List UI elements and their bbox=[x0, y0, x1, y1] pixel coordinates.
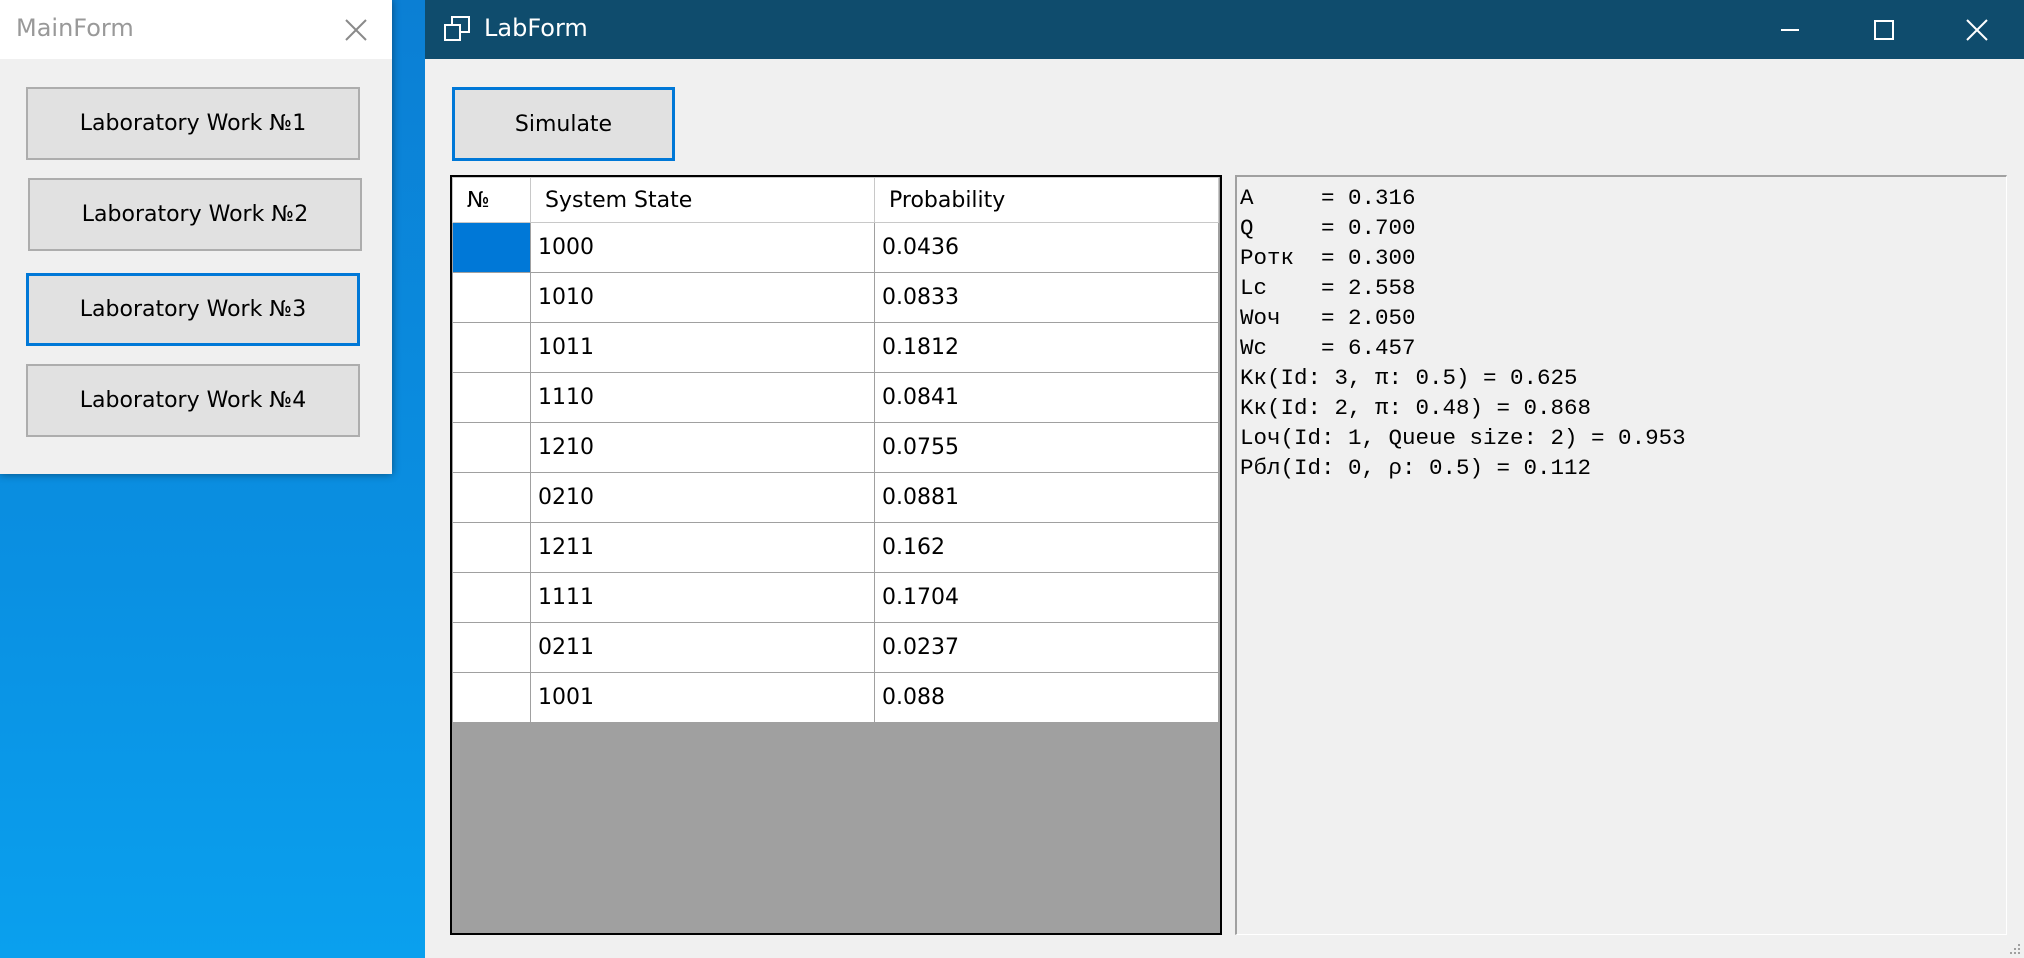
table-row[interactable]: 0210 0.0881 bbox=[452, 472, 1219, 523]
lab-work-3-button[interactable]: Laboratory Work №3 bbox=[26, 273, 360, 346]
probability-cell[interactable]: 0.0755 bbox=[874, 422, 1219, 473]
main-form-close-button[interactable] bbox=[326, 0, 386, 59]
row-header[interactable] bbox=[452, 522, 531, 573]
close-button[interactable] bbox=[1930, 0, 2024, 59]
column-header-number[interactable]: № bbox=[452, 177, 531, 223]
result-line: Ротк = 0.300 bbox=[1240, 245, 1416, 271]
table-row[interactable]: 1010 0.0833 bbox=[452, 272, 1219, 323]
table-row[interactable]: 1210 0.0755 bbox=[452, 422, 1219, 473]
result-line: Lc = 2.558 bbox=[1240, 275, 1416, 301]
probability-cell[interactable]: 0.0436 bbox=[874, 222, 1219, 273]
row-header[interactable] bbox=[452, 672, 531, 723]
probability-cell[interactable]: 0.0881 bbox=[874, 472, 1219, 523]
table-row[interactable]: 1111 0.1704 bbox=[452, 572, 1219, 623]
state-cell[interactable]: 1210 bbox=[530, 422, 875, 473]
probability-cell[interactable]: 0.0833 bbox=[874, 272, 1219, 323]
row-header-selected[interactable] bbox=[452, 222, 531, 273]
state-cell[interactable]: 1001 bbox=[530, 672, 875, 723]
column-header-system-state[interactable]: System State bbox=[530, 177, 875, 223]
state-cell[interactable]: 1211 bbox=[530, 522, 875, 573]
row-header[interactable] bbox=[452, 472, 531, 523]
probability-cell[interactable]: 0.0841 bbox=[874, 372, 1219, 423]
state-cell[interactable]: 0210 bbox=[530, 472, 875, 523]
state-cell[interactable]: 1000 bbox=[530, 222, 875, 273]
result-line: Kк(Id: 2, π: 0.48) = 0.868 bbox=[1240, 395, 1592, 421]
state-cell[interactable]: 0211 bbox=[530, 622, 875, 673]
probability-cell[interactable]: 0.1704 bbox=[874, 572, 1219, 623]
row-header[interactable] bbox=[452, 272, 531, 323]
data-grid-table: № System State Probability 1000 0.0436 10… bbox=[452, 177, 1219, 723]
table-row[interactable]: 1001 0.088 bbox=[452, 672, 1219, 723]
state-cell[interactable]: 1010 bbox=[530, 272, 875, 323]
maximize-button[interactable] bbox=[1837, 0, 1931, 59]
result-line: Рбл(Id: 0, ρ: 0.5) = 0.112 bbox=[1240, 455, 1592, 481]
lab-work-2-button[interactable]: Laboratory Work №2 bbox=[28, 178, 362, 251]
close-icon bbox=[1966, 18, 1988, 41]
result-line: Wc = 6.457 bbox=[1240, 335, 1416, 361]
row-header[interactable] bbox=[452, 372, 531, 423]
state-probability-grid[interactable]: № System State Probability 1000 0.0436 10… bbox=[450, 175, 1222, 935]
probability-cell[interactable]: 0.088 bbox=[874, 672, 1219, 723]
table-row[interactable]: 1000 0.0436 bbox=[452, 222, 1219, 273]
row-header[interactable] bbox=[452, 422, 531, 473]
main-form-titlebar[interactable]: MainForm bbox=[0, 0, 392, 59]
close-icon bbox=[345, 18, 367, 41]
table-row[interactable]: 1110 0.0841 bbox=[452, 372, 1219, 423]
result-line: Lоч(Id: 1, Queue size: 2) = 0.953 bbox=[1240, 425, 1686, 451]
minimize-button[interactable] bbox=[1743, 0, 1837, 59]
state-cell[interactable]: 1111 bbox=[530, 572, 875, 623]
table-row[interactable]: 1211 0.162 bbox=[452, 522, 1219, 573]
result-line: Q = 0.700 bbox=[1240, 215, 1416, 241]
results-textbox[interactable]: A = 0.316 Q = 0.700 Ротк = 0.300 Lc = 2.… bbox=[1235, 175, 2007, 935]
state-cell[interactable]: 1110 bbox=[530, 372, 875, 423]
maximize-icon bbox=[1874, 19, 1894, 40]
lab-form-titlebar[interactable]: LabForm bbox=[425, 0, 2024, 59]
result-line: Wоч = 2.050 bbox=[1240, 305, 1416, 331]
lab-form-title: LabForm bbox=[484, 14, 588, 42]
main-form-title: MainForm bbox=[16, 14, 134, 42]
grid-header-row: № System State Probability bbox=[452, 177, 1219, 223]
lab-work-1-button[interactable]: Laboratory Work №1 bbox=[26, 87, 360, 160]
window-app-icon bbox=[444, 16, 470, 41]
row-header[interactable] bbox=[452, 322, 531, 373]
main-form-window: MainForm Laboratory Work №1 Laboratory W… bbox=[0, 0, 392, 474]
row-header[interactable] bbox=[452, 572, 531, 623]
simulate-button[interactable]: Simulate bbox=[452, 87, 675, 161]
lab-form-window: LabForm Simulate № System State Probabil… bbox=[425, 0, 2024, 958]
probability-cell[interactable]: 0.162 bbox=[874, 522, 1219, 573]
result-line: Kк(Id: 3, π: 0.5) = 0.625 bbox=[1240, 365, 1578, 391]
row-header[interactable] bbox=[452, 622, 531, 673]
resize-grip-icon[interactable] bbox=[2006, 940, 2022, 956]
column-header-probability[interactable]: Probability bbox=[874, 177, 1219, 223]
state-cell[interactable]: 1011 bbox=[530, 322, 875, 373]
table-row[interactable]: 0211 0.0237 bbox=[452, 622, 1219, 673]
minimize-icon bbox=[1781, 28, 1799, 31]
table-row[interactable]: 1011 0.1812 bbox=[452, 322, 1219, 373]
probability-cell[interactable]: 0.0237 bbox=[874, 622, 1219, 673]
probability-cell[interactable]: 0.1812 bbox=[874, 322, 1219, 373]
lab-work-4-button[interactable]: Laboratory Work №4 bbox=[26, 364, 360, 437]
result-line: A = 0.316 bbox=[1240, 185, 1416, 211]
